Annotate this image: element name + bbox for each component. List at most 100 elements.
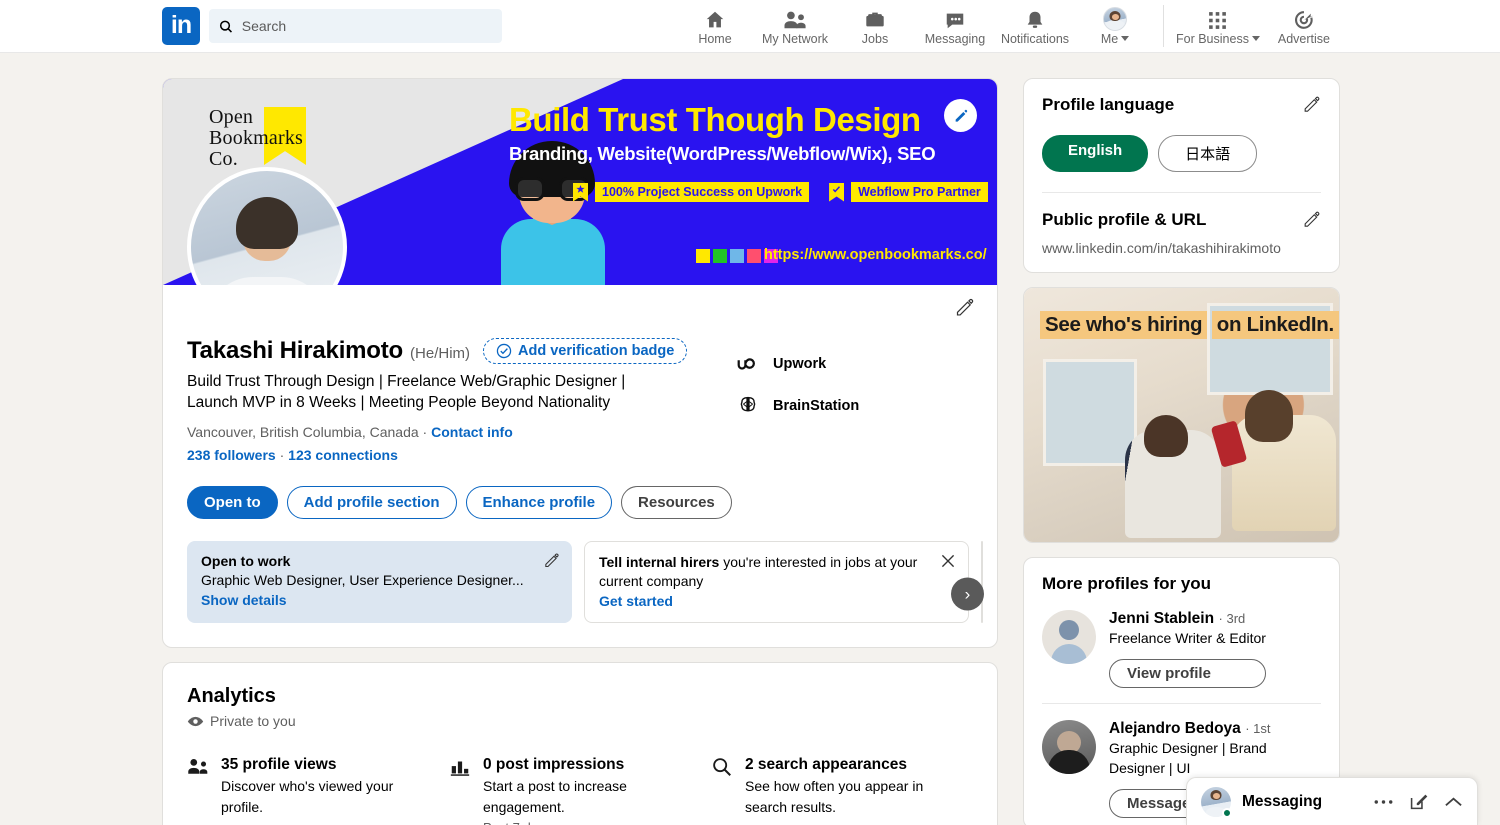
nav-label: Me (1100, 32, 1119, 46)
open-bookmarks-logo: Open Bookmarks Co. (209, 107, 339, 170)
edit-profile-button[interactable] (954, 297, 975, 323)
contact-info-link[interactable]: Contact info (431, 424, 513, 440)
close-icon (941, 554, 955, 568)
open-to-work-card[interactable]: Open to work Graphic Web Designer, User … (187, 541, 572, 623)
enhance-profile-button[interactable]: Enhance profile (465, 486, 613, 519)
location: Vancouver, British Columbia, Canada (187, 424, 419, 440)
messaging-actions (1374, 792, 1463, 811)
logo-line-1: Open (209, 106, 254, 128)
connections-count[interactable]: 123 connections (288, 447, 398, 463)
add-verification-badge-button[interactable]: Add verification badge (483, 338, 688, 364)
badge-group-2: Webflow Pro Partner (829, 182, 988, 202)
language-japanese-pill[interactable]: 日本語 (1158, 135, 1258, 172)
company-row-upwork[interactable]: Upwork (735, 343, 859, 385)
add-profile-section-button[interactable]: Add profile section (286, 486, 457, 519)
search-icon (711, 756, 733, 825)
analytics-period: Past 7 days (483, 820, 683, 825)
nav-item-me[interactable]: Me (1075, 0, 1155, 52)
nav-label: Notifications (1000, 32, 1070, 46)
nav-item-for-business[interactable]: For Business (1172, 0, 1264, 52)
view-profile-button[interactable]: View profile (1109, 659, 1266, 688)
search-input[interactable] (241, 18, 492, 34)
ad-line-2: on LinkedIn. (1211, 311, 1339, 339)
nav-label: Messaging (924, 32, 986, 46)
language-english-pill[interactable]: English (1042, 135, 1149, 172)
nav-item-my-network[interactable]: My Network (755, 0, 835, 52)
message-icon (943, 6, 967, 31)
analytics-text: 35 profile views Discover who's viewed y… (221, 756, 421, 825)
internal-hirers-card[interactable]: Tell internal hirers you're interested i… (584, 541, 969, 623)
profile-language-card: Profile language English 日本語 Public prof… (1023, 78, 1340, 273)
chevron-up-icon[interactable] (1444, 795, 1463, 808)
compose-icon[interactable] (1409, 792, 1428, 811)
hiring-ad-card[interactable]: See who's hiring on LinkedIn. (1023, 287, 1340, 543)
target-icon (1292, 6, 1315, 31)
brainstation-logo (740, 396, 756, 412)
dismiss-button[interactable] (940, 553, 956, 574)
companies-list: Upwork BrainStation (735, 337, 859, 463)
edit-language-button[interactable] (1302, 95, 1321, 119)
analytics-description: Discover who's viewed your profile. (221, 778, 394, 815)
linkedin-logo[interactable]: in (162, 7, 200, 45)
analytics-card: Analytics Private to you 35 profile view… (162, 662, 998, 825)
briefcase-icon (863, 6, 887, 31)
headline-line-2: Launch MVP in 8 Weeks | Meeting People B… (187, 394, 611, 411)
open-to-button[interactable]: Open to (187, 486, 278, 519)
person-name-row: Jenni Stablein · 3rd (1109, 610, 1266, 628)
edit-banner-button[interactable] (944, 99, 977, 132)
person-name[interactable]: Jenni Stablein (1109, 610, 1214, 627)
swatch-blue (730, 249, 744, 263)
home-icon (703, 6, 727, 31)
pronouns: (He/Him) (410, 345, 471, 362)
person-name[interactable]: Alejandro Bedoya (1109, 720, 1241, 737)
location-row: Vancouver, British Columbia, Canada · Co… (187, 424, 717, 440)
company-row-brainstation[interactable]: BrainStation (735, 385, 859, 427)
nav-item-home[interactable]: Home (675, 0, 755, 52)
chevron-down-icon (1251, 36, 1260, 41)
nav-label-me: Me (1100, 32, 1130, 46)
nav-label: Jobs (861, 32, 889, 46)
banner-title: Build Trust Though Design (509, 101, 921, 138)
pencil-icon (1304, 211, 1320, 227)
company-name: BrainStation (773, 398, 860, 414)
list-item[interactable]: Jenni Stablein · 3rd Freelance Writer & … (1042, 610, 1321, 688)
nav-label: For Business (1176, 32, 1249, 46)
page-title: Takashi Hirakimoto (187, 337, 404, 364)
avatar (1042, 610, 1096, 664)
search-icon (219, 20, 233, 33)
nav-label-business: For Business (1176, 32, 1260, 46)
ellipsis-icon[interactable] (1374, 799, 1393, 805)
promo-peek-card (981, 541, 983, 623)
edit-url-button[interactable] (1302, 210, 1321, 234)
profile-language-title: Profile language (1042, 95, 1175, 114)
nav-item-notifications[interactable]: Notifications (995, 0, 1075, 52)
pencil-icon (955, 109, 967, 122)
swatch-green (713, 249, 727, 263)
resources-button[interactable]: Resources (621, 486, 732, 519)
verified-shield-icon (496, 343, 512, 359)
analytics-item-post-impressions[interactable]: 0 post impressions Start a post to incre… (449, 756, 711, 825)
messaging-bar[interactable]: Messaging (1186, 777, 1478, 825)
get-started-link[interactable]: Get started (599, 592, 673, 611)
badge-webflow: Webflow Pro Partner (851, 182, 988, 202)
pencil-icon (545, 553, 559, 568)
analytics-privacy: Private to you (187, 713, 973, 729)
nav-item-messaging[interactable]: Messaging (915, 0, 995, 52)
show-details-link[interactable]: Show details (201, 591, 287, 610)
ad-text: See who's hiring on LinkedIn. (1040, 306, 1339, 339)
nav-item-advertise[interactable]: Advertise (1264, 0, 1344, 52)
public-url-header: Public profile & URL (1042, 210, 1321, 234)
profile-details: Takashi Hirakimoto (He/Him) Add verifica… (163, 285, 997, 647)
followers-count[interactable]: 238 followers (187, 447, 276, 463)
public-profile-url: www.linkedin.com/in/takashihirakimoto (1042, 240, 1281, 256)
edit-open-to-work-button[interactable] (543, 552, 560, 574)
search-box[interactable] (209, 9, 502, 43)
nav-item-jobs[interactable]: Jobs (835, 0, 915, 52)
next-promo-button[interactable]: › (951, 577, 984, 611)
name-row: Takashi Hirakimoto (He/Him) Add verifica… (187, 337, 717, 365)
avatar-icon (1103, 6, 1127, 31)
analytics-item-profile-views[interactable]: 35 profile views Discover who's viewed y… (187, 756, 449, 825)
profile-action-buttons: Open to Add profile section Enhance prof… (187, 486, 973, 519)
analytics-item-search-appearances[interactable]: 2 search appearances See how often you a… (711, 756, 973, 825)
public-profile-url-title: Public profile & URL (1042, 210, 1207, 229)
